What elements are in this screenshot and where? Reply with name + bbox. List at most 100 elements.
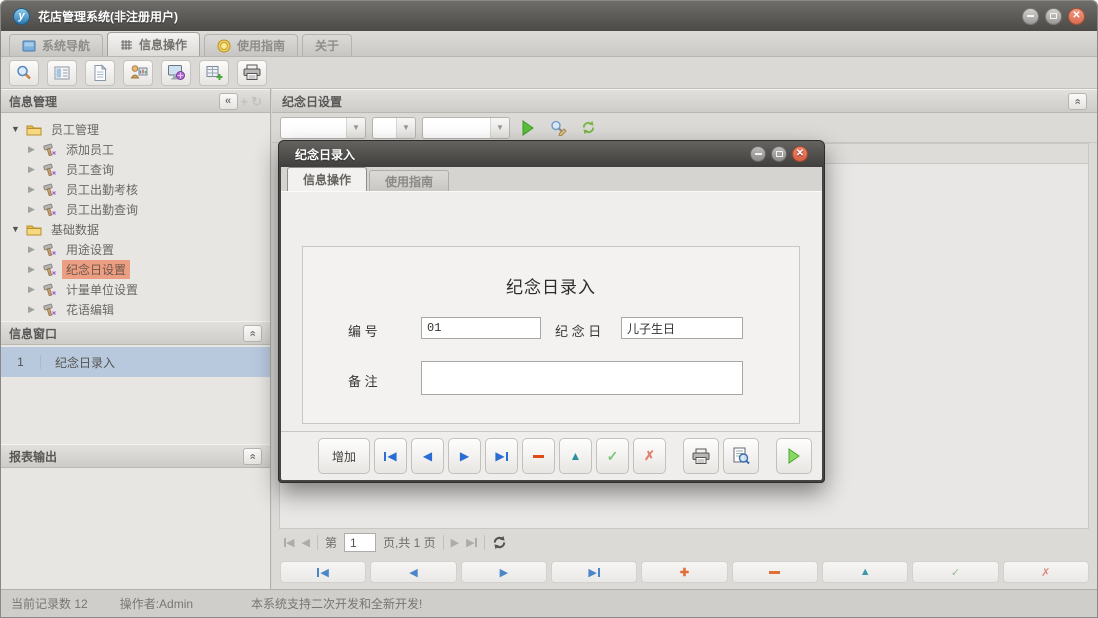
collapsed-arrow-icon[interactable]: ▶ [28,244,38,255]
collapsed-arrow-icon[interactable]: ▶ [28,204,38,215]
note-input[interactable] [421,361,743,395]
tree-node-anniversary-settings[interactable]: ▶ 纪念日设置 [1,259,270,279]
next-record-button[interactable]: ▶ [448,438,481,474]
close-icon: ✕ [1072,10,1081,21]
tree-node-base-data[interactable]: ▼ 基础数据 [1,219,270,239]
collapsed-arrow-icon[interactable]: ▶ [28,164,38,175]
dialog-tab-info[interactable]: 信息操作 [287,167,368,191]
info-management-panel: 信息管理 « + ↻ ▼ 员工管理 ▶ 添加员工 ▶ 员工查询 ▶ 员工出勤考核… [1,89,270,321]
delete-record-button[interactable] [522,438,555,474]
tree-node-flower-language[interactable]: ▶ 花语编辑 [1,299,270,319]
first-page-button[interactable]: ◀ [284,536,294,549]
collapse-sidebar-button[interactable]: « [218,92,238,110]
last-page-button[interactable]: ▶ [466,536,477,549]
chevron-down-icon[interactable]: ▼ [490,117,509,138]
row-label[interactable]: 纪念日录入 [41,354,115,371]
print-button[interactable] [683,438,719,474]
tree-label[interactable]: 花语编辑 [62,300,118,319]
prev-record-button[interactable]: ◀ [411,438,444,474]
tree-label[interactable]: 添加员工 [62,140,118,159]
add-button[interactable]: 增加 [318,438,370,474]
first-record-button[interactable]: ◀ [374,438,407,474]
cancel-record-button[interactable]: ✗ [1002,561,1089,583]
tree-label[interactable]: 用途设置 [62,240,118,259]
tab-user-guide[interactable]: 使用指南 [204,34,299,56]
filter-operator-dropdown[interactable]: ▼ [372,116,416,139]
monitor-button[interactable] [161,59,191,86]
tree-node-employee-query[interactable]: ▶ 员工查询 [1,159,270,179]
edit-search-button[interactable] [546,116,570,140]
minimize-button[interactable] [1022,7,1039,25]
delete-record-button[interactable] [731,561,818,583]
dialog-minimize-button[interactable] [750,146,766,162]
print-button[interactable] [237,59,267,86]
collapsed-arrow-icon[interactable]: ▶ [28,264,38,275]
first-record-button[interactable]: ◀ [280,561,367,583]
collapsed-arrow-icon[interactable]: ▶ [28,304,38,315]
play-icon [522,119,534,136]
tab-about[interactable]: 关于 [302,34,353,56]
run-query-button[interactable] [516,116,540,140]
info-window-title: 信息窗口 [9,326,58,341]
dialog-close-button[interactable]: ✕ [792,146,808,162]
open-window-row[interactable]: 1 纪念日录入 [1,347,270,377]
collapse-panel-button[interactable]: « [243,447,262,465]
post-record-button[interactable]: ✓ [596,438,629,474]
search-button[interactable] [9,59,39,86]
employee-report-button[interactable] [123,59,153,86]
tree-label[interactable]: 员工出勤考核 [62,180,142,199]
tree-label[interactable]: 员工出勤查询 [62,200,142,219]
next-page-button[interactable]: ▶ [451,536,459,549]
maximize-button[interactable] [1045,7,1062,25]
tab-info-operation[interactable]: 信息操作 [107,32,201,56]
tree-label-selected[interactable]: 纪念日设置 [62,259,131,279]
collapsed-arrow-icon[interactable]: ▶ [28,284,38,295]
tree-label[interactable]: 基础数据 [47,220,103,239]
collapse-panel-button[interactable]: « [243,324,262,342]
close-button[interactable]: ✕ [1068,7,1085,25]
expanded-arrow-icon[interactable]: ▼ [11,224,21,234]
page-number-input[interactable] [343,533,376,552]
collapsed-arrow-icon[interactable]: ▶ [28,184,38,195]
post-record-button[interactable]: ✓ [912,561,999,583]
tree-node-purpose-settings[interactable]: ▶ 用途设置 [1,239,270,259]
tool-icon [43,203,56,216]
dialog-tab-guide[interactable]: 使用指南 [369,170,450,191]
prev-page-button[interactable]: ◀ [301,536,309,549]
chevron-down-icon[interactable]: ▼ [346,117,365,138]
tree-label[interactable]: 员工管理 [47,120,103,139]
edit-record-button[interactable]: ▲ [821,561,909,583]
filter-value-dropdown[interactable]: ▼ [422,116,510,139]
prev-record-button[interactable]: ◀ [370,561,457,583]
refresh-button[interactable] [576,116,600,140]
tab-system-nav[interactable]: 系统导航 [9,34,104,56]
last-record-button[interactable]: ▶ [485,438,518,474]
collapsed-arrow-icon[interactable]: ▶ [28,144,38,155]
tree-node-unit-settings[interactable]: ▶ 计量单位设置 [1,279,270,299]
refresh-grid-button[interactable] [492,535,507,550]
print-preview-button[interactable] [723,438,759,474]
tree-node-add-employee[interactable]: ▶ 添加员工 [1,139,270,159]
expanded-arrow-icon[interactable]: ▼ [11,124,21,134]
anniversary-input[interactable] [621,317,743,339]
document-button[interactable] [85,59,115,86]
chevron-down-icon[interactable]: ▼ [396,117,415,138]
tree-node-attendance-query[interactable]: ▶ 员工出勤查询 [1,199,270,219]
last-record-button[interactable]: ▶ [550,561,638,583]
dialog-titlebar[interactable]: 纪念日录入 ✕ [279,141,824,167]
table-add-button[interactable] [199,59,229,86]
tree-label[interactable]: 计量单位设置 [62,280,142,299]
code-input[interactable] [421,317,541,339]
tree-label[interactable]: 员工查询 [62,160,118,179]
execute-button[interactable] [776,438,812,474]
tree-node-attendance-check[interactable]: ▶ 员工出勤考核 [1,179,270,199]
tree-node-employee-mgmt[interactable]: ▼ 员工管理 [1,119,270,139]
cancel-record-button[interactable]: ✗ [633,438,666,474]
filter-field-dropdown[interactable]: ▼ [280,116,366,139]
form-view-button[interactable] [47,59,77,86]
insert-record-button[interactable]: ✚ [641,561,728,583]
collapse-main-button[interactable]: « [1068,92,1087,110]
edit-record-button[interactable]: ▲ [559,438,592,474]
dialog-maximize-button[interactable] [771,146,787,162]
next-record-button[interactable]: ▶ [460,561,547,583]
